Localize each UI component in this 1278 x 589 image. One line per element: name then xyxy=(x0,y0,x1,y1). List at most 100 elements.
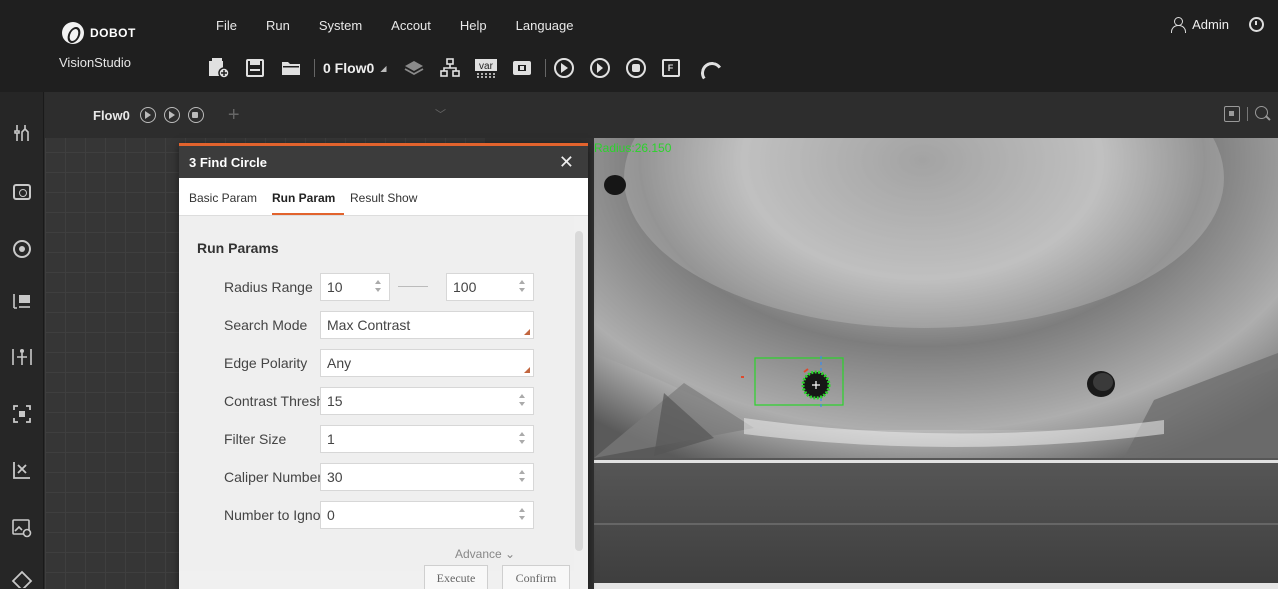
dobot-logo-icon xyxy=(62,22,84,44)
param-filter-size: Filter Size 1 xyxy=(179,425,574,453)
open-folder-icon[interactable] xyxy=(278,56,304,80)
menu-run[interactable]: Run xyxy=(266,18,290,33)
flow-run-loop-icon[interactable] xyxy=(163,107,180,123)
dialog-tabs: Basic Param Run Param Result Show xyxy=(179,178,588,216)
camera-arm-icon[interactable] xyxy=(698,58,720,78)
spin-arrows-icon[interactable] xyxy=(519,394,525,408)
param-radius-range: Radius Range 10 100 xyxy=(179,273,574,301)
contrast-threshold-value: 15 xyxy=(327,393,343,409)
confirm-button[interactable]: Confirm xyxy=(502,565,570,589)
dialog-scrollbar[interactable] xyxy=(575,231,583,551)
user-area: Admin xyxy=(1171,17,1264,33)
tab-basic-param[interactable]: Basic Param xyxy=(189,191,262,215)
flow-stop-icon[interactable] xyxy=(187,107,204,123)
edge-polarity-select[interactable]: Any xyxy=(320,349,534,377)
brand-name: DOBOT xyxy=(90,26,136,40)
fit-view-icon[interactable] xyxy=(1224,106,1240,122)
flow-tab[interactable]: Flow0 xyxy=(93,108,130,123)
search-mode-select[interactable]: Max Contrast xyxy=(320,311,534,339)
close-icon[interactable]: ✕ xyxy=(559,152,574,173)
variable-icon-label: var xyxy=(479,61,494,72)
param-edge-polarity: Edge Polarity Any xyxy=(179,349,574,377)
viewer-toolbar xyxy=(485,92,1278,138)
spin-arrows-icon[interactable] xyxy=(519,280,525,294)
param-label: Edge Polarity xyxy=(224,355,308,371)
radius-max-stepper[interactable]: 100 xyxy=(446,273,534,301)
run-params-panel: Run Params Radius Range 10 100 Search Mo… xyxy=(179,216,574,571)
caliper-number-stepper[interactable]: 30 xyxy=(320,463,534,491)
zoom-icon[interactable] xyxy=(1255,106,1268,119)
section-title: Run Params xyxy=(197,240,279,256)
tab-result-show[interactable]: Result Show xyxy=(350,191,418,215)
tools-icon[interactable] xyxy=(11,122,33,144)
add-flow-icon[interactable]: + xyxy=(228,104,240,127)
advance-toggle[interactable]: Advance ⌄ xyxy=(455,547,515,561)
number-to-ignore-stepper[interactable]: 0 xyxy=(320,501,534,529)
param-label: Filter Size xyxy=(224,431,287,447)
radius-min-stepper[interactable]: 10 xyxy=(320,273,390,301)
param-label: Number to Ignore xyxy=(224,507,320,523)
param-label: Contrast Threshold xyxy=(224,393,320,409)
tab-run-param[interactable]: Run Param xyxy=(272,191,344,215)
locate-icon[interactable] xyxy=(11,238,33,260)
param-contrast-threshold: Contrast Threshold 15 xyxy=(179,387,574,415)
spin-arrows-icon[interactable] xyxy=(375,280,381,294)
user-icon xyxy=(1171,17,1187,33)
image-settings-icon[interactable] xyxy=(11,517,33,539)
execute-button[interactable]: Execute xyxy=(424,565,488,589)
find-circle-dialog: 3 Find Circle ✕ Basic Param Run Param Re… xyxy=(179,143,588,589)
edge-polarity-value: Any xyxy=(327,355,352,371)
dropdown-corner-icon xyxy=(524,329,530,335)
main-toolbar: 0 Flow0 ◢ var F xyxy=(206,52,720,84)
spin-arrows-icon[interactable] xyxy=(519,508,525,522)
spin-arrows-icon[interactable] xyxy=(519,470,525,484)
radius-max-value: 100 xyxy=(453,279,477,295)
variable-icon[interactable]: var xyxy=(473,56,499,80)
layers-icon[interactable] xyxy=(401,56,427,80)
param-label: Search Mode xyxy=(224,317,308,333)
menu-system[interactable]: System xyxy=(319,18,362,33)
menu-bar: File Run System Accout Help Language xyxy=(216,18,603,33)
new-solution-icon[interactable] xyxy=(206,56,232,80)
param-label: Radius Range xyxy=(224,279,313,295)
user-name[interactable]: Admin xyxy=(1192,17,1229,32)
toolbar-divider xyxy=(314,59,315,77)
spin-arrows-icon[interactable] xyxy=(519,432,525,446)
communication-icon[interactable] xyxy=(509,56,535,80)
contrast-threshold-stepper[interactable]: 15 xyxy=(320,387,534,415)
dropdown-corner-icon xyxy=(524,367,530,373)
align-icon[interactable] xyxy=(11,346,33,368)
power-icon[interactable] xyxy=(1249,17,1264,32)
run-loop-icon[interactable] xyxy=(589,58,610,78)
run-once-icon[interactable] xyxy=(553,58,574,78)
dialog-title: 3 Find Circle xyxy=(189,154,268,170)
menu-file[interactable]: File xyxy=(216,18,237,33)
param-search-mode: Search Mode Max Contrast xyxy=(179,311,574,339)
formula-icon[interactable]: F xyxy=(661,59,680,77)
camera-image[interactable] xyxy=(594,138,1278,589)
calibration-icon[interactable] xyxy=(11,459,33,481)
stop-icon[interactable] xyxy=(625,58,646,78)
menu-help[interactable]: Help xyxy=(460,18,487,33)
network-icon[interactable] xyxy=(437,56,463,80)
tool-rail xyxy=(0,92,44,589)
chevron-down-icon[interactable]: ﹀ xyxy=(435,106,446,122)
flow-run-once-icon[interactable] xyxy=(139,107,156,123)
menu-account[interactable]: Accout xyxy=(391,18,431,33)
save-icon[interactable] xyxy=(242,56,268,80)
roi-icon[interactable] xyxy=(11,403,33,425)
dialog-title-bar[interactable]: 3 Find Circle ✕ xyxy=(179,146,588,178)
filter-size-stepper[interactable]: 1 xyxy=(320,425,534,453)
camera-icon[interactable] xyxy=(11,181,33,203)
param-label: Caliper Number xyxy=(224,469,320,485)
flow-select[interactable]: 0 Flow0 ◢ xyxy=(323,60,387,76)
param-number-to-ignore: Number to Ignore 0 xyxy=(179,501,574,529)
logic-icon[interactable] xyxy=(11,568,33,589)
menu-language[interactable]: Language xyxy=(516,18,574,33)
image-viewer[interactable] xyxy=(485,92,1278,589)
flow-select-value: 0 Flow0 xyxy=(323,60,375,76)
measure-icon[interactable] xyxy=(11,290,33,312)
filter-size-value: 1 xyxy=(327,431,335,447)
range-separator xyxy=(398,286,428,287)
number-to-ignore-value: 0 xyxy=(327,507,335,523)
